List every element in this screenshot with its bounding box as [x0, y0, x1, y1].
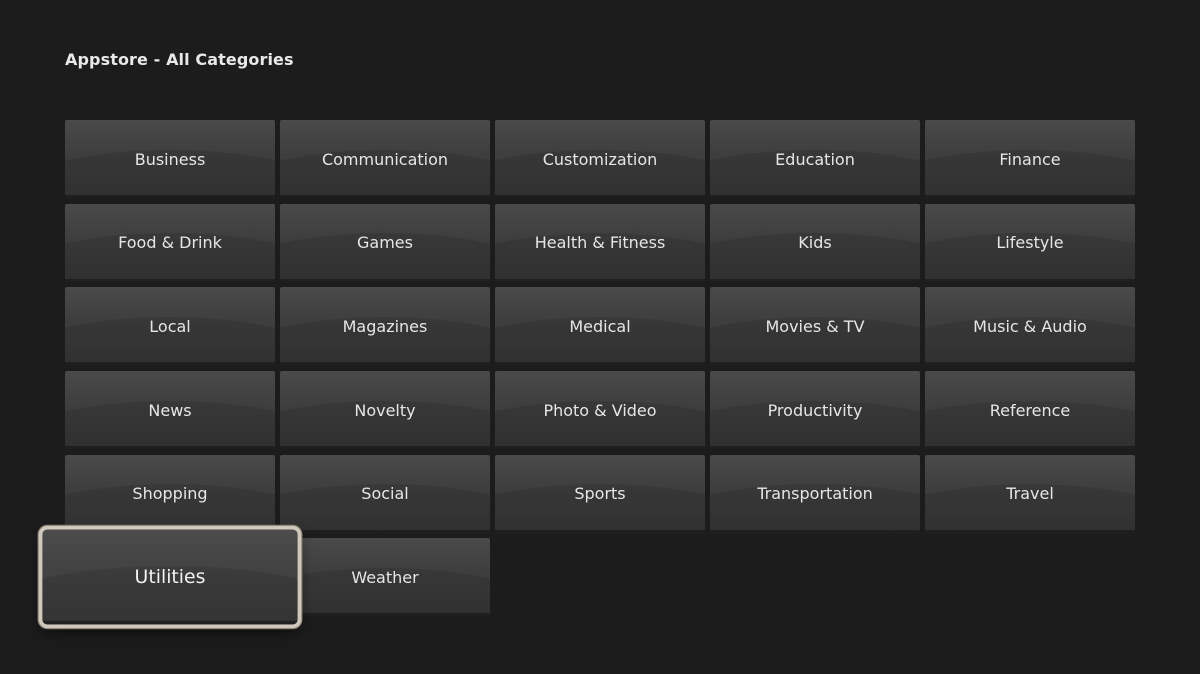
- category-label: Photo & Video: [543, 400, 657, 420]
- category-label: Communication: [321, 149, 449, 169]
- category-tile-transportation[interactable]: Transportation: [710, 454, 920, 533]
- category-tile-movies-tv[interactable]: Movies & TV: [710, 287, 920, 366]
- category-label: Shopping: [132, 484, 208, 504]
- category-tile-utilities[interactable]: Utilities: [42, 530, 298, 625]
- category-label: Sports: [574, 484, 626, 504]
- appstore-screen: Appstore - All Categories Business Commu…: [0, 0, 1200, 674]
- category-tile-sports[interactable]: Sports: [495, 454, 705, 533]
- category-tile-lifestyle[interactable]: Lifestyle: [925, 203, 1135, 282]
- category-label: Magazines: [342, 316, 428, 336]
- category-label: Kids: [798, 233, 832, 253]
- category-tile-finance[interactable]: Finance: [925, 120, 1135, 198]
- category-tile-communication[interactable]: Communication: [280, 120, 490, 198]
- category-tile-music-audio[interactable]: Music & Audio: [925, 287, 1135, 366]
- category-tile-reference[interactable]: Reference: [925, 371, 1135, 450]
- category-tile-health-fitness[interactable]: Health & Fitness: [495, 203, 705, 282]
- category-tile-medical[interactable]: Medical: [495, 287, 705, 366]
- category-label: Lifestyle: [996, 233, 1064, 253]
- category-tile-productivity[interactable]: Productivity: [710, 371, 920, 450]
- category-grid: Business Communication Customization Edu…: [42, 120, 1135, 625]
- category-label: Music & Audio: [973, 316, 1087, 336]
- category-tile-magazines[interactable]: Magazines: [280, 287, 490, 366]
- category-tile-travel[interactable]: Travel: [925, 454, 1135, 533]
- category-label: Travel: [1006, 484, 1054, 504]
- category-tile-shopping[interactable]: Shopping: [65, 454, 275, 533]
- category-tile-education[interactable]: Education: [710, 120, 920, 198]
- category-tile-games[interactable]: Games: [280, 203, 490, 282]
- category-label: Weather: [351, 567, 419, 587]
- category-tile-local[interactable]: Local: [65, 287, 275, 366]
- category-label: Reference: [989, 400, 1071, 420]
- category-label: Education: [775, 149, 855, 169]
- category-tile-kids[interactable]: Kids: [710, 203, 920, 282]
- category-label: Social: [361, 484, 409, 504]
- category-label: Games: [357, 233, 413, 253]
- category-tile-photo-video[interactable]: Photo & Video: [495, 371, 705, 450]
- category-label: Utilities: [134, 566, 206, 589]
- category-label: Novelty: [354, 400, 416, 420]
- category-tile-news[interactable]: News: [65, 371, 275, 450]
- category-tile-novelty[interactable]: Novelty: [280, 371, 490, 450]
- category-label: Movies & TV: [765, 316, 865, 336]
- category-tile-social[interactable]: Social: [280, 454, 490, 533]
- category-label: Business: [134, 149, 206, 169]
- category-label: Productivity: [767, 400, 863, 420]
- category-label: Medical: [569, 316, 631, 336]
- category-label: Local: [149, 316, 191, 336]
- category-label: News: [148, 400, 192, 420]
- category-tile-customization[interactable]: Customization: [495, 120, 705, 198]
- category-tile-food-drink[interactable]: Food & Drink: [65, 203, 275, 282]
- category-label: Transportation: [757, 484, 873, 504]
- category-tile-business[interactable]: Business: [65, 120, 275, 198]
- category-label: Finance: [999, 149, 1061, 169]
- category-label: Customization: [542, 149, 658, 169]
- category-label: Food & Drink: [118, 233, 222, 253]
- category-label: Health & Fitness: [534, 233, 666, 253]
- page-title: Appstore - All Categories: [65, 50, 294, 69]
- category-tile-weather[interactable]: Weather: [280, 538, 490, 617]
